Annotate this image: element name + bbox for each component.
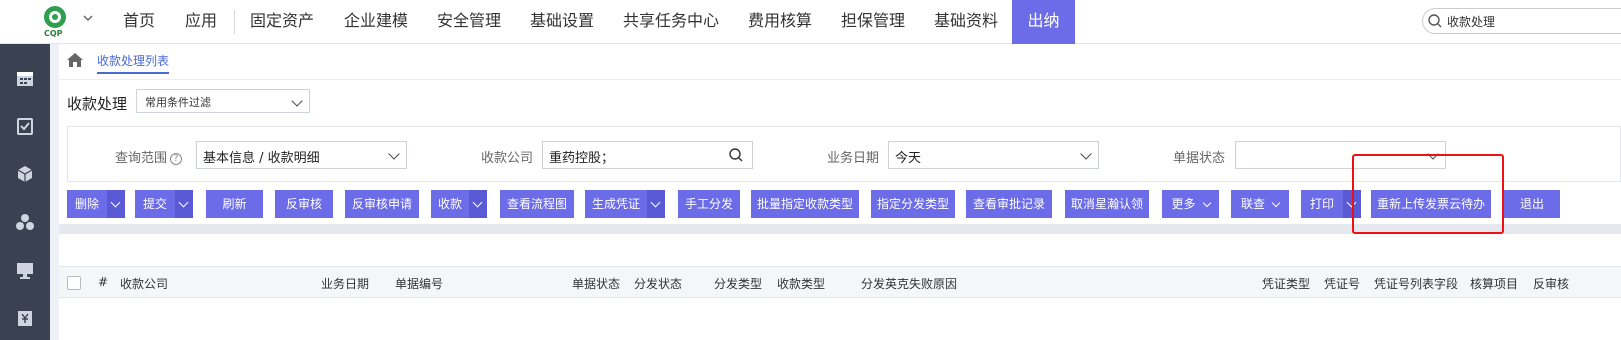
date-select[interactable]: 今天 — [888, 141, 1099, 169]
search-icon — [1427, 13, 1443, 33]
date-value: 今天 — [895, 151, 922, 166]
collect-dropdown-icon[interactable] — [469, 190, 487, 218]
company-label: 收款公司 — [481, 151, 534, 166]
calendar-icon[interactable] — [15, 68, 35, 88]
logo-text: CQP — [44, 29, 63, 38]
page-title: 收款处理 — [67, 95, 128, 113]
nav-basic-settings[interactable]: 基础设置 — [530, 0, 594, 44]
gen-voucher-button[interactable]: 生成凭证 — [585, 190, 647, 218]
yen-icon[interactable] — [15, 308, 35, 328]
col-dist-status[interactable]: 分发状态 — [634, 275, 682, 292]
delete-button[interactable]: 删除 — [67, 190, 107, 218]
status-label: 单据状态 — [1173, 151, 1226, 166]
top-nav-bar: CQP 首页 应用 固定资产 企业建模 安全管理 基础设置 共享任务中心 费用核… — [0, 0, 1621, 44]
voucher-dropdown-icon[interactable] — [647, 190, 665, 218]
collect-button[interactable]: 收款 — [431, 190, 469, 218]
cube-icon[interactable] — [15, 164, 35, 184]
more-button[interactable]: 更多 — [1162, 190, 1219, 218]
delete-dropdown-icon[interactable] — [107, 190, 125, 218]
breadcrumb: 收款处理列表 — [59, 44, 1621, 80]
scope-select[interactable]: 基本信息 / 收款明细 — [196, 141, 407, 169]
filter-value: 常用条件过滤 — [145, 96, 211, 109]
date-label: 业务日期 — [827, 151, 880, 166]
col-doc-status[interactable]: 单据状态 — [572, 275, 620, 292]
submit-button[interactable]: 提交 — [135, 190, 175, 218]
col-company[interactable]: 收款公司 — [120, 275, 168, 292]
common-filter-select[interactable]: 常用条件过滤 — [136, 89, 310, 113]
nav-expense-accounting[interactable]: 费用核算 — [748, 0, 812, 44]
search-value: 收款处理 — [1447, 15, 1496, 29]
company-field[interactable]: 重药控股； — [542, 141, 753, 169]
left-sidebar — [0, 44, 50, 340]
scope-value: 基本信息 / 收款明细 — [203, 151, 320, 166]
nav-shared-task-center[interactable]: 共享任务中心 — [623, 0, 719, 44]
refresh-button[interactable]: 刷新 — [206, 190, 263, 218]
global-search-input[interactable]: 收款处理 — [1422, 8, 1621, 34]
app-switcher-chevron-icon[interactable] — [82, 12, 94, 27]
col-fail-reason[interactable]: 分发英克失败原因 — [861, 275, 957, 292]
search-icon[interactable] — [728, 147, 744, 167]
submit-dropdown-icon[interactable] — [175, 190, 193, 218]
tab-receipt-list[interactable]: 收款处理列表 — [97, 52, 170, 74]
col-index: # — [98, 275, 109, 289]
view-audit-button[interactable]: 查看审批记录 — [966, 190, 1052, 218]
chevron-down-icon — [388, 148, 400, 160]
col-unaudit[interactable]: 反审核 — [1533, 275, 1569, 292]
col-doc-no[interactable]: 单据编号 — [395, 275, 443, 292]
print-button[interactable]: 打印 — [1301, 190, 1343, 218]
batch-type-button[interactable]: 批量指定收款类型 — [751, 190, 859, 218]
select-all-checkbox[interactable] — [67, 276, 81, 290]
group-icon[interactable] — [15, 212, 35, 232]
monitor-icon[interactable] — [15, 260, 35, 280]
nav-apps[interactable]: 应用 — [185, 0, 217, 44]
nav-guarantee[interactable]: 担保管理 — [841, 0, 905, 44]
chevron-down-icon — [1202, 198, 1211, 208]
scope-label: 查询范围? — [115, 147, 183, 166]
nav-basic-data[interactable]: 基础资料 — [934, 0, 998, 44]
checklist-icon[interactable] — [15, 116, 35, 136]
nav-security[interactable]: 安全管理 — [437, 0, 501, 44]
unaudit-button[interactable]: 反审核 — [275, 190, 333, 218]
col-biz-date[interactable]: 业务日期 — [321, 275, 369, 292]
col-voucher-type[interactable]: 凭证类型 — [1262, 275, 1310, 292]
chevron-down-icon — [1271, 198, 1281, 208]
chevron-down-icon — [1080, 148, 1092, 160]
cancel-claim-button[interactable]: 取消星瀚认领 — [1065, 190, 1149, 218]
nav-fixed-assets[interactable]: 固定资产 — [250, 0, 314, 44]
nav-cashier[interactable]: 出纳 — [1012, 0, 1075, 44]
linked-query-button[interactable]: 联查 — [1231, 190, 1289, 218]
nav-divider — [234, 10, 235, 34]
view-flow-button[interactable]: 查看流程图 — [500, 190, 574, 218]
help-icon[interactable]: ? — [170, 153, 183, 165]
col-dist-type[interactable]: 分发类型 — [714, 275, 762, 292]
col-voucher-no[interactable]: 凭证号 — [1324, 275, 1360, 292]
cqp-logo[interactable]: CQP — [42, 6, 72, 38]
dist-type-button[interactable]: 指定分发类型 — [871, 190, 955, 218]
chevron-down-icon — [291, 95, 303, 107]
col-voucher-list[interactable]: 凭证号列表字段 — [1374, 275, 1458, 292]
exit-button[interactable]: 退出 — [1504, 190, 1560, 218]
company-value: 重药控股； — [549, 151, 615, 166]
nav-home[interactable]: 首页 — [123, 0, 155, 44]
manual-dist-button[interactable]: 手工分发 — [678, 190, 740, 218]
highlight-box — [1352, 154, 1504, 234]
nav-enterprise-modeling[interactable]: 企业建模 — [344, 0, 408, 44]
table-header: # 收款公司 业务日期 单据编号 单据状态 分发状态 分发类型 收款类型 分发英… — [59, 266, 1621, 298]
unaudit-apply-button[interactable]: 反审核申请 — [345, 190, 419, 218]
col-accounting-item[interactable]: 核算项目 — [1470, 275, 1518, 292]
home-icon[interactable] — [66, 52, 84, 72]
col-receipt-type[interactable]: 收款类型 — [777, 275, 825, 292]
